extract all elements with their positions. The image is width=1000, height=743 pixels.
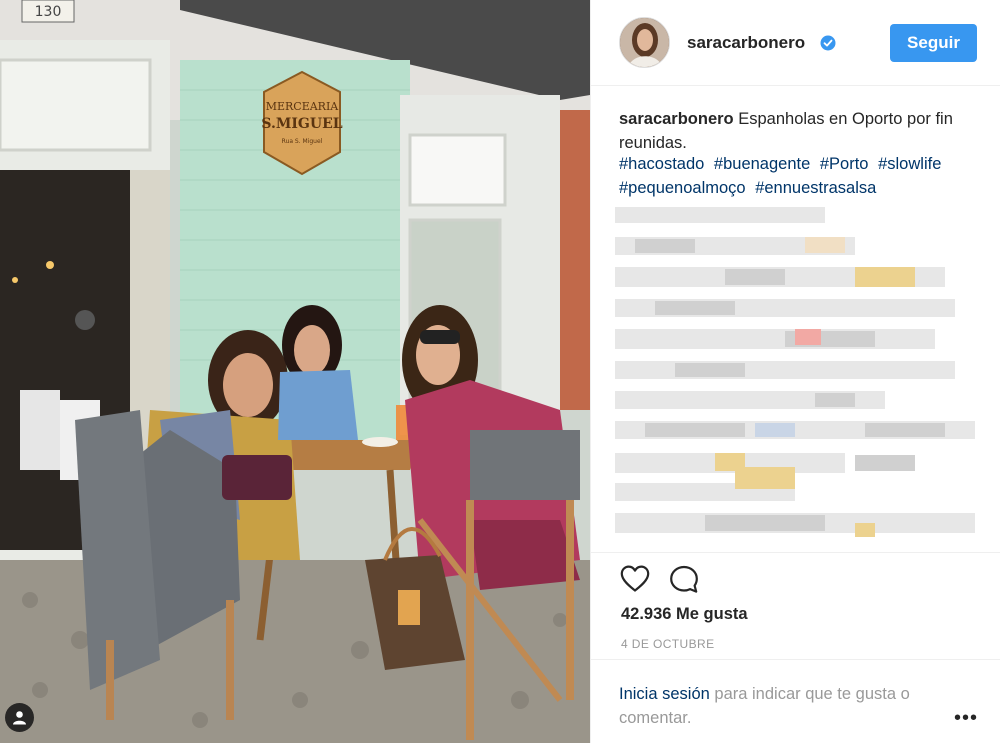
sign-line-2: S.MIGUEL	[261, 116, 342, 132]
username[interactable]: saracarbonero	[687, 33, 805, 53]
post-actions: 42.936 Me gusta 4 DE OCTUBRE Inicia sesi…	[591, 552, 1000, 732]
shop-number: 130	[35, 4, 62, 20]
post-header: saracarbonero Seguir	[591, 0, 1000, 86]
login-prompt-text: Inicia sesión para indicar que te gusta …	[619, 682, 949, 730]
post-date: 4 DE OCTUBRE	[621, 637, 715, 651]
hashtag-list: #hacostado #buenagente #Porto #slowlife …	[619, 152, 984, 200]
post-photo[interactable]: 130 MERCEARIA S.MIGUEL Rua S. Miguel	[0, 0, 590, 743]
sign-line-3: Rua S. Miguel	[282, 138, 323, 145]
login-prompt: Inicia sesión para indicar que te gusta …	[591, 659, 1000, 729]
hashtag-link[interactable]: #buenagente	[714, 155, 810, 173]
follow-button[interactable]: Seguir	[890, 24, 977, 62]
sign-line-1: MERCEARIA	[266, 100, 340, 113]
hashtag-link[interactable]: #slowlife	[878, 155, 941, 173]
comment-bubble-icon[interactable]	[669, 565, 699, 599]
avatar[interactable]	[619, 17, 670, 68]
login-link[interactable]: Inicia sesión	[619, 685, 710, 703]
hashtag-link[interactable]: #ennuestrasalsa	[755, 179, 876, 197]
hashtag-link[interactable]: #Porto	[820, 155, 869, 173]
hashtag-link[interactable]: #pequenoalmoço	[619, 179, 746, 197]
more-options-icon[interactable]: •••	[954, 707, 978, 730]
like-count[interactable]: 42.936 Me gusta	[621, 605, 748, 624]
verified-badge-icon	[820, 35, 836, 56]
cafe-scene-image: 130 MERCEARIA S.MIGUEL Rua S. Miguel	[0, 0, 590, 743]
post-sidebar: saracarbonero Seguir saracarbonero Espan…	[590, 0, 1000, 743]
post-caption: saracarbonero Espanholas en Oporto por f…	[619, 107, 984, 155]
heart-outline-icon[interactable]	[620, 565, 650, 597]
caption-username[interactable]: saracarbonero	[619, 110, 734, 128]
hashtag-link[interactable]: #hacostado	[619, 155, 704, 173]
pixelated-comments	[615, 205, 985, 550]
person-tag-icon[interactable]	[5, 703, 34, 732]
